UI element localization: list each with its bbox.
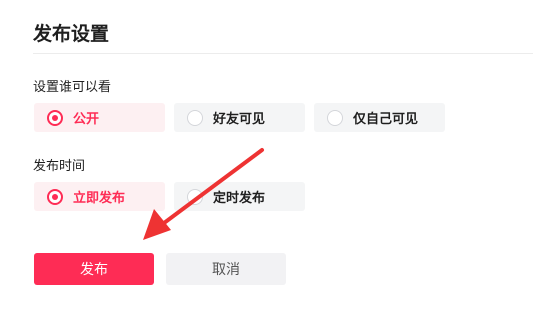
title-divider [33, 53, 533, 54]
publish-time-label: 发布时间 [33, 159, 86, 174]
visibility-label: 设置谁可以看 [33, 80, 112, 95]
visibility-option-private[interactable]: 仅自己可见 [314, 103, 445, 132]
radio-checked-icon [47, 109, 63, 126]
publish-time-option-label: 定时发布 [213, 191, 266, 206]
radio-checked-icon [47, 188, 63, 205]
publish-time-option-scheduled[interactable]: 定时发布 [174, 182, 305, 211]
visibility-option-public[interactable]: 公开 [34, 103, 165, 132]
page-title: 发布设置 [33, 23, 110, 45]
arrow-head [143, 209, 171, 240]
radio-unchecked-icon [187, 188, 203, 205]
radio-unchecked-icon [327, 109, 343, 126]
visibility-option-friends[interactable]: 好友可见 [174, 103, 305, 132]
visibility-option-label: 公开 [73, 112, 100, 127]
cancel-button[interactable]: 取消 [166, 253, 286, 285]
visibility-option-label: 好友可见 [213, 112, 266, 127]
publish-time-option-now[interactable]: 立即发布 [34, 182, 165, 211]
publish-button[interactable]: 发布 [34, 253, 154, 285]
radio-unchecked-icon [187, 109, 203, 126]
visibility-option-label: 仅自己可见 [353, 112, 419, 127]
publish-time-option-label: 立即发布 [73, 191, 126, 206]
